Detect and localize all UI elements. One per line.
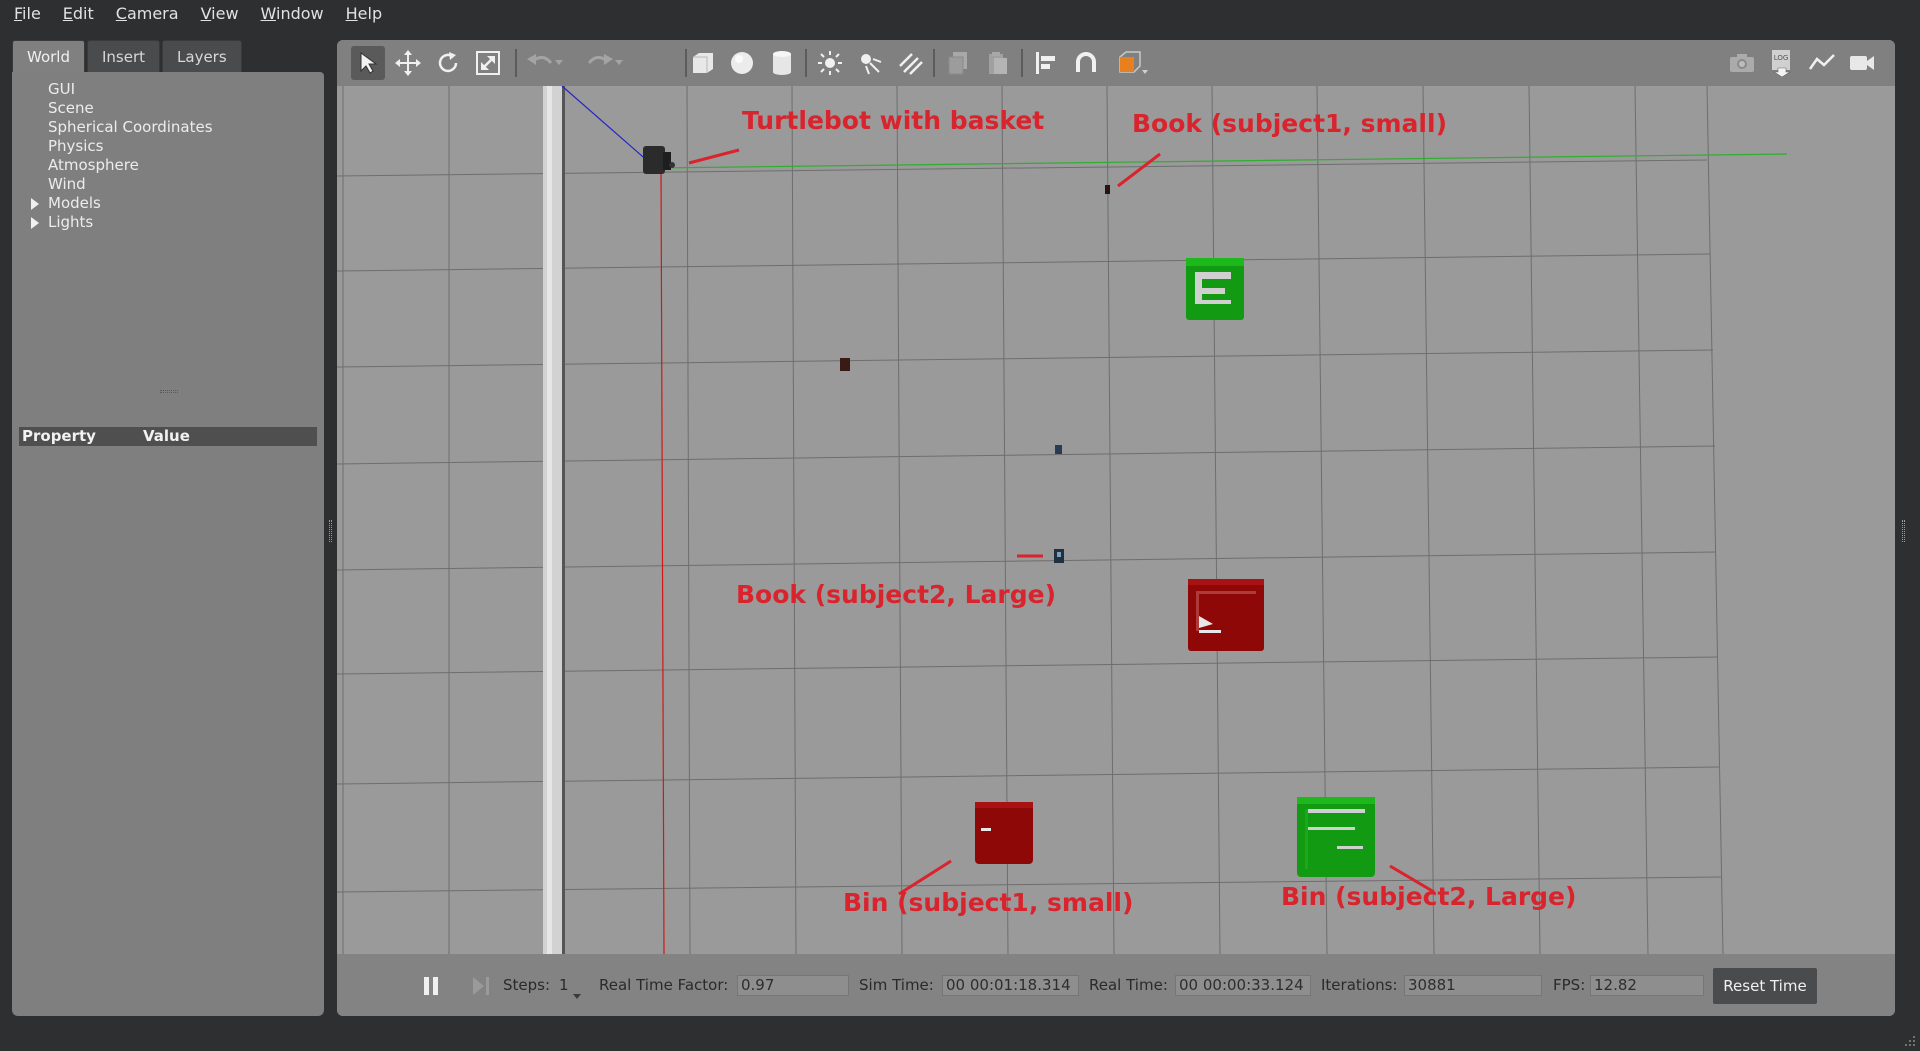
annotation-turtlebot: Turtlebot with basket <box>742 106 1045 135</box>
panel-splitter-handle[interactable] <box>160 390 178 393</box>
fps-field: 12.82 <box>1590 975 1704 996</box>
left-panel: World Insert Layers GUI Scene Spherical … <box>12 40 324 1016</box>
spot-light-icon[interactable] <box>853 46 887 80</box>
toolbar-separator <box>805 49 807 77</box>
plot-icon[interactable] <box>1805 46 1839 80</box>
scale-icon[interactable] <box>471 46 505 80</box>
real-time-label: Real Time: <box>1089 976 1168 994</box>
annotation-bin2: Bin (subject2, Large) <box>1281 882 1577 911</box>
snap-icon[interactable] <box>1069 46 1103 80</box>
steps-label: Steps: <box>503 976 551 994</box>
sim-time-label: Sim Time: <box>859 976 934 994</box>
translate-icon[interactable] <box>391 46 425 80</box>
wall-highlight <box>547 86 552 954</box>
book-item[interactable] <box>1055 445 1062 454</box>
steps-value[interactable]: 1 <box>559 954 569 1016</box>
wall[interactable] <box>543 86 565 954</box>
undo-dropdown-icon[interactable] <box>551 46 567 80</box>
cylinder-shape-icon[interactable] <box>765 46 799 80</box>
view-angle-icon[interactable] <box>1113 46 1153 80</box>
rtf-label: Real Time Factor: <box>599 976 729 994</box>
point-light-icon[interactable] <box>813 46 847 80</box>
sim-time-field: 00 00:01:18.314 <box>942 975 1079 996</box>
wall-shadow <box>562 86 565 954</box>
align-icon[interactable] <box>1029 46 1063 80</box>
reset-time-button[interactable]: Reset Time <box>1713 968 1817 1004</box>
turtlebot-model[interactable] <box>643 146 675 174</box>
tree-item-scene[interactable]: Scene <box>12 99 324 118</box>
rtf-field: 0.97 <box>737 975 849 996</box>
iterations-field: 30881 <box>1404 975 1542 996</box>
annotation-book1: Book (subject1, small) <box>1132 109 1447 138</box>
video-record-icon[interactable] <box>1845 46 1879 80</box>
left-splitter-handle[interactable] <box>329 520 332 542</box>
annotation-book2: Book (subject2, Large) <box>736 580 1057 609</box>
menu-edit[interactable]: Edit <box>50 0 103 28</box>
tree-item-gui[interactable]: GUI <box>12 80 324 99</box>
menu-camera[interactable]: Camera <box>103 0 188 28</box>
log-icon-text: LOG <box>1774 54 1789 62</box>
3d-viewport[interactable]: Turtlebot with basket Book (subject1, sm… <box>337 86 1895 954</box>
pause-icon[interactable] <box>421 976 441 996</box>
tab-layers[interactable]: Layers <box>162 40 242 72</box>
world-tree: GUI Scene Spherical Coordinates Physics … <box>12 80 324 232</box>
copy-icon[interactable] <box>941 46 975 80</box>
toolbar-separator <box>1021 49 1023 77</box>
book-subject1-small[interactable] <box>1105 185 1110 194</box>
red-bin[interactable] <box>1188 579 1264 651</box>
green-bin[interactable] <box>1186 258 1244 320</box>
tree-item-atmosphere[interactable]: Atmosphere <box>12 156 324 175</box>
toolbar-separator <box>515 49 517 77</box>
directional-light-icon[interactable] <box>893 46 927 80</box>
z-axis-line <box>561 86 651 164</box>
scene-canvas[interactable] <box>337 86 1895 954</box>
value-column-header[interactable]: Value <box>143 427 313 446</box>
steps-dropdown-icon[interactable] <box>572 986 582 1005</box>
real-time-field: 00 00:00:33.124 <box>1175 975 1311 996</box>
select-arrow-icon[interactable] <box>351 46 385 80</box>
step-forward-icon[interactable] <box>471 976 491 996</box>
green-bin-subject2-large[interactable] <box>1297 797 1375 877</box>
fps-label: FPS: <box>1553 976 1586 994</box>
menu-file[interactable]: File <box>0 0 50 28</box>
expand-arrow-icon[interactable] <box>31 198 39 210</box>
main-view: LOG Turtlebot with basket Book (subject1… <box>337 40 1895 1016</box>
tree-item-physics[interactable]: Physics <box>12 137 324 156</box>
statusbar: Steps: 1 Real Time Factor: 0.97 Sim Time… <box>337 954 1895 1016</box>
menu-view[interactable]: View <box>188 0 248 28</box>
property-column-header[interactable]: Property <box>19 427 143 446</box>
menu-window[interactable]: Window <box>248 0 333 28</box>
right-splitter-handle[interactable] <box>1902 520 1905 542</box>
menu-help[interactable]: Help <box>333 0 391 28</box>
tree-item-wind[interactable]: Wind <box>12 175 324 194</box>
book-detail <box>1057 552 1061 557</box>
world-panel: GUI Scene Spherical Coordinates Physics … <box>12 72 324 1016</box>
toolbar-separator <box>933 49 935 77</box>
annotation-bin1: Bin (subject1, small) <box>843 888 1134 917</box>
expand-arrow-icon[interactable] <box>31 217 39 229</box>
box-shape-icon[interactable] <box>685 46 719 80</box>
tab-insert[interactable]: Insert <box>87 40 161 72</box>
tree-item-spherical-coordinates[interactable]: Spherical Coordinates <box>12 118 324 137</box>
resize-grip-icon[interactable] <box>1902 1032 1916 1046</box>
tree-item-models[interactable]: Models <box>12 194 324 213</box>
property-table-header: Property Value <box>19 427 317 446</box>
sphere-shape-icon[interactable] <box>725 46 759 80</box>
tree-item-lights[interactable]: Lights <box>12 213 324 232</box>
rotate-icon[interactable] <box>431 46 465 80</box>
screenshot-icon[interactable] <box>1725 46 1759 80</box>
panel-tabs: World Insert Layers <box>12 40 242 72</box>
tab-world[interactable]: World <box>12 40 85 72</box>
log-icon[interactable]: LOG <box>1765 46 1799 80</box>
redo-dropdown-icon[interactable] <box>611 46 627 80</box>
iterations-label: Iterations: <box>1321 976 1398 994</box>
book-item[interactable] <box>840 358 850 371</box>
x-axis-line <box>660 167 665 954</box>
toolbar: LOG <box>337 40 1895 86</box>
menubar: File Edit Camera View Window Help <box>0 0 1920 28</box>
red-bin-subject1-small[interactable] <box>975 802 1033 864</box>
paste-icon[interactable] <box>981 46 1015 80</box>
